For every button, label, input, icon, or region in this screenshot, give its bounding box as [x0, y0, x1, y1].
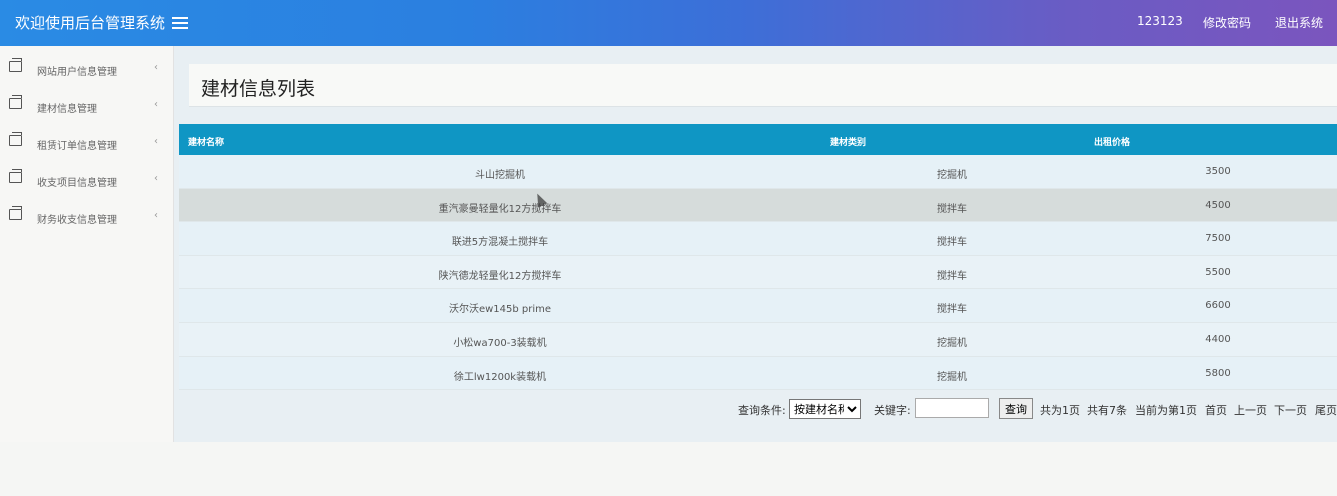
- search-button[interactable]: 查询: [999, 398, 1033, 419]
- cell-price: 4500: [1205, 199, 1231, 211]
- logout-link[interactable]: 退出系统: [1275, 14, 1323, 31]
- materials-table: 建材名称 建材类别 出租价格 斗山挖掘机 挖掘机 3500 重汽豪曼轻量化12方…: [179, 124, 1337, 391]
- cell-price: 4400: [1205, 333, 1231, 345]
- sidebar-item-materials[interactable]: 建材信息管理 ‹: [0, 95, 173, 125]
- chevron-left-icon: ‹: [154, 99, 158, 110]
- app-title: 欢迎使用后台管理系统: [15, 14, 166, 32]
- first-page-link[interactable]: 首页: [1205, 402, 1227, 418]
- total-pages: 共为1页: [1040, 404, 1080, 417]
- cell-name: 小松wa700-3装载机: [453, 337, 547, 349]
- cell-price: 5800: [1205, 367, 1231, 379]
- cell-price: 5500: [1205, 266, 1231, 278]
- table-row[interactable]: 沃尔沃ew145b prime 搅拌车 6600: [179, 289, 1337, 323]
- keyword-input[interactable]: [915, 398, 989, 418]
- column-header-name: 建材名称: [188, 138, 225, 148]
- cell-name: 徐工lw1200k装载机: [453, 371, 547, 383]
- main-content: 建材信息列表 建材名称 建材类别 出租价格 斗山挖掘机 挖掘机 3500 重汽豪…: [174, 46, 1337, 442]
- window-icon: [9, 169, 22, 183]
- title-panel: 建材信息列表: [189, 64, 1337, 107]
- table-header: 建材名称 建材类别 出租价格: [179, 124, 1337, 155]
- condition-label: 查询条件:: [738, 404, 786, 417]
- cell-category: 搅拌车: [937, 237, 967, 249]
- change-password-link[interactable]: 修改密码: [1203, 14, 1251, 31]
- keyword-label: 关键字:: [874, 404, 911, 417]
- total-items: 共有7条: [1087, 404, 1127, 417]
- chevron-left-icon: ‹: [154, 62, 158, 73]
- cell-price: 6600: [1205, 300, 1231, 312]
- cell-category: 挖掘机: [937, 170, 967, 181]
- sidebar-item-label: 财务收支信息管理: [37, 215, 117, 226]
- window-icon: [9, 58, 22, 72]
- column-header-price: 出租价格: [1094, 138, 1131, 148]
- prev-page-link[interactable]: 上一页: [1234, 402, 1267, 418]
- next-page-link[interactable]: 下一页: [1274, 402, 1307, 418]
- page-title: 建材信息列表: [201, 78, 316, 100]
- username: 123123: [1137, 14, 1183, 28]
- chevron-left-icon: ‹: [154, 210, 158, 221]
- sidebar-item-label: 建材信息管理: [37, 104, 97, 115]
- table-row[interactable]: 徐工lw1200k装载机 挖掘机 5800: [179, 356, 1337, 391]
- cell-category: 搅拌车: [937, 203, 967, 215]
- sidebar-item-finance[interactable]: 财务收支信息管理 ‹: [0, 206, 173, 236]
- sidebar-item-website-users[interactable]: 网站用户信息管理 ‹: [0, 58, 173, 88]
- table-row[interactable]: 斗山挖掘机 挖掘机 3500: [179, 155, 1337, 189]
- sidebar-item-rental-orders[interactable]: 租赁订单信息管理 ‹: [0, 132, 173, 162]
- sidebar-item-label: 网站用户信息管理: [37, 67, 117, 78]
- chevron-left-icon: ‹: [154, 136, 158, 147]
- table-row[interactable]: 联进5方混凝土搅拌车 搅拌车 7500: [179, 222, 1337, 256]
- table-row[interactable]: 重汽豪曼轻量化12方搅拌车 搅拌车 4500: [179, 188, 1337, 223]
- current-page: 当前为第1页: [1135, 404, 1197, 417]
- table-row[interactable]: 陕汽德龙轻量化12方搅拌车 搅拌车 5500: [179, 255, 1337, 290]
- cell-category: 挖掘机: [937, 337, 967, 349]
- chevron-left-icon: ‹: [154, 173, 158, 184]
- cell-price: 3500: [1205, 166, 1231, 177]
- window-icon: [9, 132, 22, 146]
- menu-toggle-icon[interactable]: [172, 12, 188, 32]
- cell-name: 沃尔沃ew145b prime: [448, 304, 552, 316]
- sidebar-item-label: 租赁订单信息管理: [37, 141, 117, 152]
- cell-category: 搅拌车: [937, 304, 967, 316]
- cell-name: 联进5方混凝土搅拌车: [451, 237, 549, 249]
- sidebar: 网站用户信息管理 ‹ 建材信息管理 ‹ 租赁订单信息管理 ‹ 收支项目信息管理 …: [0, 46, 174, 442]
- cell-price: 7500: [1205, 233, 1231, 245]
- top-bar: 欢迎使用后台管理系统 123123 修改密码 退出系统: [0, 0, 1337, 46]
- table-row[interactable]: 小松wa700-3装载机 挖掘机 4400: [179, 322, 1337, 357]
- last-page-link[interactable]: 尾页: [1315, 402, 1337, 418]
- cell-category: 搅拌车: [937, 270, 967, 282]
- condition-select[interactable]: 按建材名称: [789, 399, 861, 419]
- column-header-category: 建材类别: [830, 138, 867, 148]
- cell-name: 斗山挖掘机: [475, 170, 525, 181]
- sidebar-item-label: 收支项目信息管理: [37, 178, 117, 189]
- cell-category: 挖掘机: [937, 371, 967, 383]
- cell-name: 陕汽德龙轻量化12方搅拌车: [438, 270, 562, 282]
- window-icon: [9, 95, 22, 109]
- sidebar-item-income-items[interactable]: 收支项目信息管理 ‹: [0, 169, 173, 199]
- window-icon: [9, 206, 22, 220]
